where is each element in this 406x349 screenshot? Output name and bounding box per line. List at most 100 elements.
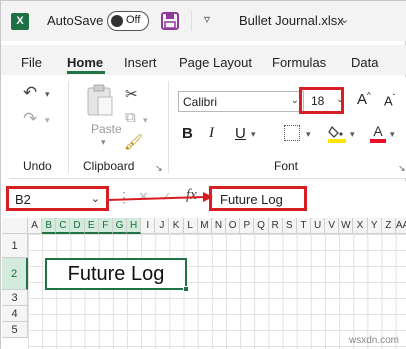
column-header-b[interactable]: B bbox=[42, 218, 57, 234]
selected-cell-b2[interactable]: Future Log bbox=[45, 258, 187, 290]
column-header-m[interactable]: M bbox=[197, 218, 212, 234]
column-header-q[interactable]: Q bbox=[254, 218, 269, 234]
undo-icon[interactable]: ↶ bbox=[23, 83, 37, 103]
watermark: wsxdn.com bbox=[348, 335, 399, 346]
chevron-down-icon: ⌄ bbox=[290, 95, 299, 106]
column-header-y[interactable]: Y bbox=[367, 218, 382, 234]
italic-button[interactable]: I bbox=[209, 125, 214, 142]
row-header-5[interactable]: 5 bbox=[2, 322, 28, 338]
font-group-label: Font bbox=[274, 159, 299, 173]
redo-icon[interactable]: ↷ bbox=[23, 109, 37, 129]
active-tab-indicator bbox=[67, 71, 105, 74]
column-header-o[interactable]: O bbox=[226, 218, 241, 234]
tab-data[interactable]: Data bbox=[351, 55, 378, 70]
name-box-value: B2 bbox=[15, 192, 31, 207]
formula-value: Future Log bbox=[220, 192, 283, 207]
cell-text: Future Log bbox=[67, 263, 165, 285]
paste-label[interactable]: Paste bbox=[91, 122, 122, 136]
bold-button[interactable]: B bbox=[182, 125, 193, 142]
svg-text:A: A bbox=[373, 123, 383, 139]
column-header-v[interactable]: V bbox=[325, 218, 340, 234]
row-header-1[interactable]: 1 bbox=[2, 234, 28, 258]
redo-dropdown-icon[interactable]: ▾ bbox=[45, 115, 50, 126]
worksheet-grid: A B C D E F G H I J K L M N O P Q R S T U V W X Y Z AA 12345 Futur… bbox=[1, 217, 406, 349]
column-header-w[interactable]: W bbox=[339, 218, 354, 234]
title-bar: X AutoSave Off ▿ Bullet Journal.xlsx ⌄ bbox=[1, 1, 406, 41]
toggle-knob bbox=[111, 15, 123, 27]
select-all-button[interactable] bbox=[2, 218, 28, 234]
font-name-value: Calibri bbox=[183, 95, 218, 109]
column-header-z[interactable]: Z bbox=[381, 218, 396, 234]
column-header-h[interactable]: H bbox=[127, 218, 142, 234]
autosave-toggle[interactable]: Off bbox=[107, 11, 149, 31]
clipboard-launcher-icon[interactable]: ↘ bbox=[155, 163, 163, 174]
increase-font-size-icon[interactable]: A^ bbox=[357, 91, 371, 108]
column-header-l[interactable]: L bbox=[183, 218, 198, 234]
tab-insert[interactable]: Insert bbox=[124, 55, 157, 70]
cell-grid[interactable] bbox=[28, 234, 406, 349]
formula-input[interactable]: Future Log bbox=[209, 186, 307, 211]
column-header-x[interactable]: X bbox=[353, 218, 368, 234]
autosave-label: AutoSave bbox=[47, 13, 104, 28]
format-painter-icon[interactable]: 🖌 bbox=[124, 133, 143, 151]
paste-dropdown-icon[interactable]: ▾ bbox=[101, 137, 106, 148]
column-header-g[interactable]: G bbox=[112, 218, 128, 234]
name-box[interactable]: B2 ⌄ bbox=[6, 186, 109, 211]
row-header-4[interactable]: 4 bbox=[2, 306, 28, 322]
cut-icon[interactable]: ✂ bbox=[125, 85, 138, 103]
tab-page-layout[interactable]: Page Layout bbox=[179, 55, 252, 70]
column-header-d[interactable]: D bbox=[70, 218, 85, 234]
underline-button[interactable]: U bbox=[235, 125, 246, 142]
font-color-icon[interactable]: A bbox=[370, 123, 386, 143]
row-header-3[interactable]: 3 bbox=[2, 290, 28, 306]
column-header-u[interactable]: U bbox=[311, 218, 326, 234]
fill-handle[interactable] bbox=[183, 286, 189, 292]
font-size-highlight bbox=[299, 87, 344, 114]
fill-color-icon[interactable] bbox=[328, 123, 346, 143]
column-header-r[interactable]: R bbox=[268, 218, 283, 234]
column-header-f[interactable]: F bbox=[98, 218, 113, 234]
row-header-2[interactable]: 2 bbox=[2, 258, 28, 290]
shrink-font-letter: A bbox=[384, 93, 393, 109]
ribbon-tabs: File Home Insert Page Layout Formulas Da… bbox=[1, 45, 406, 75]
borders-icon[interactable] bbox=[284, 125, 300, 141]
ribbon: ↶ ▾ ↷ ▾ Undo Paste ▾ ✂ ⧉ ▾ 🖌 Clipboard ↘… bbox=[9, 77, 406, 179]
ribbon-separator bbox=[168, 81, 169, 173]
tab-formulas[interactable]: Formulas bbox=[272, 55, 326, 70]
decrease-font-size-icon[interactable]: Aˇ bbox=[384, 93, 395, 108]
clipboard-group-label: Clipboard bbox=[83, 159, 135, 173]
excel-logo-icon: X bbox=[11, 13, 29, 30]
excel-window: X AutoSave Off ▿ Bullet Journal.xlsx ⌄ F… bbox=[0, 0, 406, 349]
font-name-select[interactable]: Calibri ⌄ bbox=[178, 91, 304, 112]
document-title[interactable]: Bullet Journal.xlsx bbox=[239, 13, 344, 28]
save-icon[interactable] bbox=[161, 12, 179, 30]
copy-dropdown-icon[interactable]: ▾ bbox=[143, 115, 148, 126]
column-header-e[interactable]: E bbox=[84, 218, 99, 234]
column-header-t[interactable]: T bbox=[296, 218, 311, 234]
borders-dropdown-icon[interactable]: ▾ bbox=[306, 129, 311, 140]
tab-file[interactable]: File bbox=[21, 55, 42, 70]
column-header-aa[interactable]: AA bbox=[395, 218, 406, 234]
paste-icon[interactable] bbox=[85, 83, 115, 117]
font-launcher-icon[interactable]: ↘ bbox=[398, 163, 406, 174]
underline-dropdown-icon[interactable]: ▾ bbox=[251, 129, 256, 140]
column-header-k[interactable]: K bbox=[169, 218, 184, 234]
chevron-down-icon[interactable]: ⌄ bbox=[340, 13, 349, 26]
ribbon-separator bbox=[68, 81, 69, 173]
column-header-n[interactable]: N bbox=[211, 218, 227, 234]
column-header-i[interactable]: I bbox=[141, 218, 156, 234]
column-header-a[interactable]: A bbox=[28, 218, 43, 234]
column-header-j[interactable]: J bbox=[155, 218, 170, 234]
annotation-arrow bbox=[106, 192, 213, 202]
tab-home[interactable]: Home bbox=[67, 55, 103, 70]
font-color-dropdown-icon[interactable]: ▾ bbox=[390, 129, 395, 140]
autosave-state: Off bbox=[126, 14, 141, 26]
undo-dropdown-icon[interactable]: ▾ bbox=[45, 89, 50, 100]
copy-icon[interactable]: ⧉ bbox=[125, 109, 136, 126]
column-header-c[interactable]: C bbox=[56, 218, 71, 234]
undo-group-label: Undo bbox=[23, 159, 52, 173]
column-header-s[interactable]: S bbox=[282, 218, 297, 234]
quick-access-dropdown-icon[interactable]: ▿ bbox=[204, 12, 210, 26]
fill-color-dropdown-icon[interactable]: ▾ bbox=[350, 129, 355, 140]
column-header-p[interactable]: P bbox=[240, 218, 255, 234]
